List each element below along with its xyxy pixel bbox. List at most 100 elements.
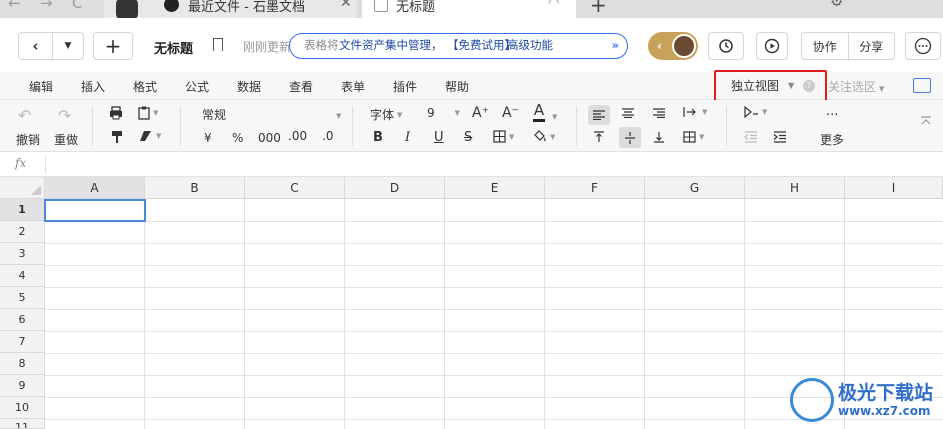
menu-view[interactable]: 查看 [289, 78, 313, 95]
history-button[interactable] [708, 32, 744, 60]
promo-advanced[interactable]: 高级功能 [507, 34, 553, 57]
new-tab-button[interactable]: + [590, 0, 607, 17]
menu-help[interactable]: 帮助 [445, 78, 469, 95]
column-header[interactable]: B [145, 177, 245, 199]
wrap-text-icon[interactable]: ▼ [683, 106, 707, 118]
help-icon[interactable]: ? [803, 80, 815, 92]
chevron-down-icon[interactable]: ▼ [552, 113, 557, 121]
row-header[interactable]: 8 [0, 353, 45, 375]
row-header[interactable]: 9 [0, 375, 45, 397]
underline-button[interactable]: U [434, 130, 444, 145]
share-button[interactable]: 分享 [847, 33, 895, 59]
promo-banner[interactable]: 表格将 文件资产集中管理， 【免费试用】 高级功能 » [289, 33, 628, 59]
row-header[interactable]: 7 [0, 331, 45, 353]
tab-untitled[interactable]: 无标题 ◠ [362, 0, 576, 18]
currency-button[interactable]: ¥ [204, 131, 212, 145]
active-cell[interactable] [44, 199, 146, 222]
fill-color-icon[interactable]: ▼ [532, 130, 555, 143]
collaborator-group[interactable]: ‹ [648, 32, 698, 60]
row-header[interactable]: 10 [0, 397, 45, 419]
gear-icon[interactable]: ⚙ [830, 0, 843, 10]
font-color-button[interactable]: A [533, 103, 545, 122]
browser-reload-icon[interactable]: C [72, 0, 82, 12]
column-header[interactable]: H [745, 177, 845, 199]
align-right-icon[interactable] [653, 108, 665, 118]
menu-plugin[interactable]: 插件 [393, 78, 417, 95]
column-header[interactable]: I [845, 177, 943, 199]
redo-label[interactable]: 重做 [54, 131, 78, 148]
comment-icon[interactable] [913, 78, 931, 93]
menu-format[interactable]: 格式 [133, 78, 157, 95]
new-doc-button[interactable]: + [93, 32, 133, 60]
indent-decrease-icon[interactable] [744, 131, 758, 143]
more-label[interactable]: 更多 [820, 131, 844, 148]
more-dots-icon[interactable]: ... [826, 104, 838, 119]
collapse-toolbar-icon[interactable] [920, 116, 932, 126]
strike-button[interactable]: S [464, 130, 472, 145]
border-icon[interactable]: ▼ [493, 130, 514, 143]
formula-input[interactable] [52, 156, 932, 172]
row-header[interactable]: 3 [0, 243, 45, 265]
font-size-select[interactable]: 9 ▼ [427, 106, 460, 120]
font-shrink-button[interactable]: A⁻ [502, 105, 519, 121]
undo-label[interactable]: 撤销 [16, 131, 40, 148]
italic-button[interactable]: I [405, 130, 410, 145]
column-header[interactable]: D [345, 177, 445, 199]
menu-edit[interactable]: 编辑 [29, 78, 53, 95]
paste-icon[interactable]: ▼ [138, 106, 158, 120]
chevron-down-icon[interactable]: ▼ [52, 32, 84, 60]
menu-formula[interactable]: 公式 [185, 78, 209, 95]
column-header[interactable]: A [45, 177, 145, 199]
tab-recent-files[interactable]: 最近文件 - 石墨文档 ✕ [104, 0, 357, 18]
menu-form[interactable]: 表单 [341, 78, 365, 95]
row-header[interactable]: 1 [0, 199, 45, 221]
column-header[interactable]: G [645, 177, 745, 199]
column-header[interactable]: E [445, 177, 545, 199]
undo-icon[interactable]: ↶ [18, 106, 31, 125]
more-options-button[interactable] [905, 32, 941, 60]
row-header[interactable]: 5 [0, 287, 45, 309]
decimal-increase-button[interactable]: .00 [288, 129, 307, 143]
merge-cells-icon[interactable]: ▼ [683, 131, 704, 143]
follow-selection-button[interactable]: 关注选区 ▼ [828, 78, 884, 95]
double-chevron-icon[interactable]: » [612, 34, 619, 57]
avatar[interactable] [672, 34, 696, 58]
back-button[interactable]: ‹ [18, 32, 52, 60]
bookmark-icon[interactable] [213, 38, 223, 51]
indent-increase-icon[interactable] [773, 131, 787, 143]
chevron-left-icon[interactable]: ‹ [657, 39, 662, 53]
bold-button[interactable]: B [373, 130, 383, 145]
thousands-button[interactable]: 000 [258, 131, 281, 145]
font-family-select[interactable]: 字体 ▼ [370, 106, 402, 123]
align-left-icon[interactable] [588, 105, 610, 125]
column-header[interactable]: C [245, 177, 345, 199]
menu-insert[interactable]: 插入 [81, 78, 105, 95]
present-button[interactable] [756, 32, 788, 60]
format-painter-icon[interactable] [110, 130, 124, 144]
browser-forward-icon[interactable]: → [40, 0, 53, 12]
row-header[interactable]: 4 [0, 265, 45, 287]
chevron-down-icon[interactable]: ▼ [336, 112, 341, 120]
number-format-select[interactable]: 常规 [202, 106, 226, 123]
row-header[interactable]: 2 [0, 221, 45, 243]
menu-data[interactable]: 数据 [237, 78, 261, 95]
promo-trial[interactable]: 【免费试用】 [447, 34, 516, 57]
browser-back-icon[interactable]: ← [8, 0, 21, 12]
eraser-icon[interactable]: ▼ [139, 130, 161, 142]
row-header[interactable]: 11 [0, 419, 45, 429]
font-grow-button[interactable]: A⁺ [472, 105, 489, 121]
condition-format-icon[interactable]: ▼ [744, 106, 767, 118]
independent-view-toggle[interactable]: 独立视图 ▼ ? [718, 76, 824, 98]
percent-button[interactable]: % [232, 131, 243, 145]
row-header[interactable]: 6 [0, 309, 45, 331]
valign-top-icon[interactable] [593, 131, 605, 143]
column-header[interactable]: F [545, 177, 645, 199]
page-title[interactable]: 无标题 [154, 38, 193, 57]
collaborate-button[interactable]: 协作 [802, 33, 848, 59]
decimal-decrease-button[interactable]: .0 [322, 129, 333, 143]
close-icon[interactable]: ✕ [340, 0, 352, 11]
valign-bottom-icon[interactable] [653, 131, 665, 143]
valign-middle-icon[interactable] [619, 127, 641, 148]
align-center-icon[interactable] [622, 108, 634, 118]
print-icon[interactable] [109, 106, 123, 120]
